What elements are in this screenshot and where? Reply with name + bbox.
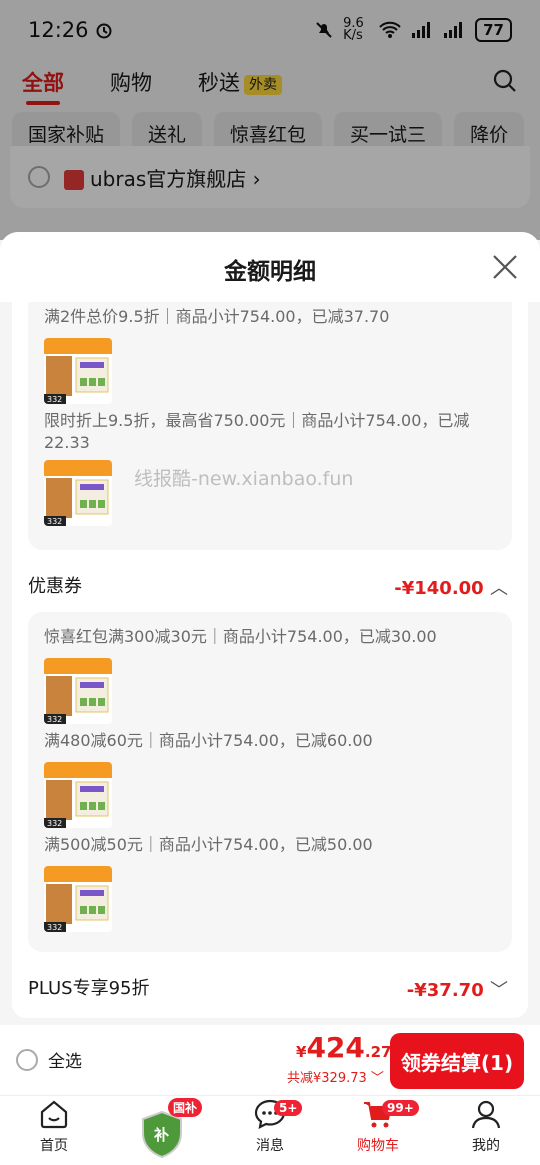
- watermark: 线报酷-new.xianbao.fun: [134, 468, 354, 490]
- dim-overlay[interactable]: [0, 0, 540, 240]
- thumb-price: 332: [47, 395, 62, 404]
- checkout-bar: 全选 ¥424.27 共减¥329.73 ﹀ 领券结算(1): [0, 1025, 540, 1095]
- coupon-line-1: 惊喜红包满300减30元｜商品小计754.00，已减30.00: [44, 627, 437, 646]
- promo-line-2: 限时折上9.5折，最高省750.00元｜商品小计754.00，已减 22.33: [44, 411, 470, 452]
- home-icon: [40, 1100, 68, 1129]
- close-icon[interactable]: [492, 254, 518, 280]
- tab-subsidy[interactable]: 国补 补: [108, 1096, 216, 1165]
- coupon-line-3: 满500减50元｜商品小计754.00，已减50.00: [44, 835, 373, 854]
- amount-detail-sheet: 金额明细 满2件总价9.5折｜商品小计754.00，已减37.70 332 限时…: [0, 232, 540, 1025]
- total-price: ¥424.27: [296, 1031, 392, 1064]
- coupon-amount[interactable]: -¥140.00 ︿: [394, 574, 508, 600]
- svg-text:332: 332: [47, 715, 62, 724]
- sheet-title: 金额明细: [224, 259, 316, 285]
- chevron-down-icon: ﹀: [490, 980, 508, 1001]
- tab-cart[interactable]: 99+ 购物车: [324, 1096, 432, 1165]
- plus-amount[interactable]: -¥37.70 ﹀: [407, 976, 508, 1002]
- promotion-card: 满2件总价9.5折｜商品小计754.00，已减37.70 332 限时折上9.5…: [28, 302, 512, 550]
- svg-text:332: 332: [47, 923, 62, 932]
- total-saved[interactable]: 共减¥329.73 ﹀: [287, 1067, 384, 1086]
- product-thumbnail: 332: [44, 762, 112, 828]
- message-badge: 5+: [274, 1100, 303, 1116]
- promo-line-1: 满2件总价9.5折｜商品小计754.00，已减37.70: [44, 307, 390, 326]
- coupon-line-2: 满480减60元｜商品小计754.00，已减60.00: [44, 731, 373, 750]
- tab-home[interactable]: 首页: [0, 1096, 108, 1165]
- tab-messages[interactable]: 5+ 消息: [216, 1096, 324, 1165]
- profile-icon: [471, 1100, 501, 1129]
- product-thumbnail: 332: [44, 338, 112, 404]
- detail-content: 满2件总价9.5折｜商品小计754.00，已减37.70 332 限时折上9.5…: [12, 302, 528, 1018]
- coupon-card: 惊喜红包满300减30元｜商品小计754.00，已减30.00 332 满480…: [28, 612, 512, 952]
- product-thumbnail: 332: [44, 460, 112, 526]
- checkout-button[interactable]: 领券结算(1): [390, 1033, 524, 1089]
- product-thumbnail: 332: [44, 658, 112, 724]
- select-all[interactable]: 全选: [16, 1047, 82, 1072]
- select-all-radio[interactable]: [16, 1048, 38, 1071]
- subsidy-badge: 国补: [168, 1098, 203, 1117]
- bottom-tabbar: 首页 国补 补 5+ 消息 99+ 购物车 我的: [0, 1095, 540, 1165]
- chevron-up-icon: ︿: [490, 578, 508, 599]
- svg-text:332: 332: [47, 819, 62, 828]
- plus-title: PLUS专享95折: [28, 978, 150, 999]
- product-thumbnail: 332: [44, 866, 112, 932]
- chevron-down-icon: ﹀: [370, 1071, 384, 1086]
- svg-text:332: 332: [47, 517, 62, 526]
- coupon-title: 优惠券: [28, 576, 82, 597]
- tab-profile[interactable]: 我的: [432, 1096, 540, 1165]
- cart-badge: 99+: [382, 1100, 419, 1116]
- svg-text:补: 补: [153, 1126, 169, 1144]
- select-all-label: 全选: [48, 1052, 82, 1072]
